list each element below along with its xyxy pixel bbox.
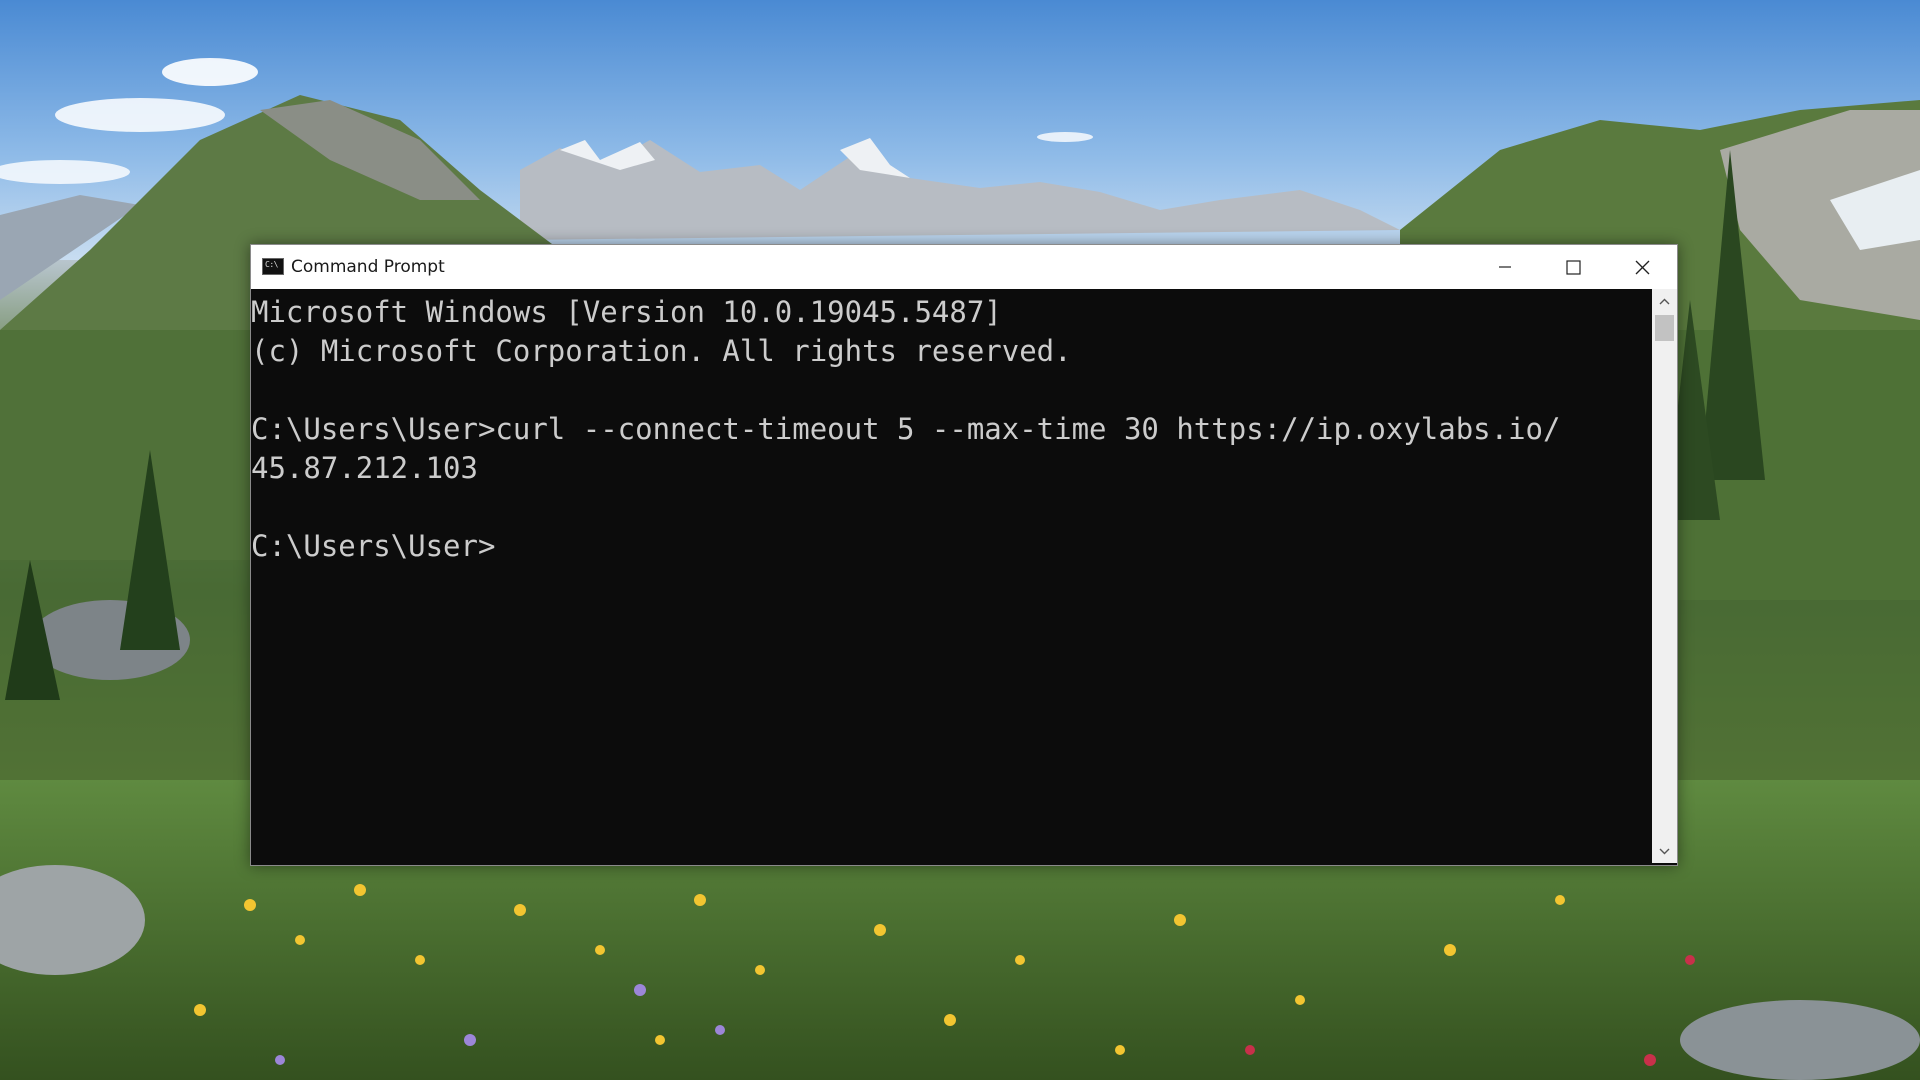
console-line: C:\Users\User>curl --connect-timeout 5 -… — [251, 412, 1561, 446]
console-output[interactable]: Microsoft Windows [Version 10.0.19045.54… — [251, 289, 1651, 863]
console-line: Microsoft Windows [Version 10.0.19045.54… — [251, 295, 1002, 329]
vertical-scrollbar[interactable] — [1652, 289, 1677, 863]
maximize-icon — [1566, 259, 1581, 275]
console-prompt-line[interactable]: C:\Users\User> — [251, 527, 1651, 566]
console-text: Microsoft Windows [Version 10.0.19045.54… — [251, 289, 1651, 566]
title-bar[interactable]: C:\ Command Prompt — [251, 245, 1677, 289]
scroll-down-button[interactable] — [1652, 839, 1677, 863]
cmd-app-icon-glyph: C:\ — [265, 260, 278, 269]
console-line: 45.87.212.103 — [251, 451, 478, 485]
chevron-down-icon — [1659, 848, 1670, 854]
window-title: Command Prompt — [291, 257, 445, 277]
console-line: (c) Microsoft Corporation. All rights re… — [251, 334, 1072, 368]
close-button[interactable] — [1608, 245, 1677, 289]
minimize-button[interactable] — [1470, 245, 1539, 289]
minimize-icon — [1498, 266, 1511, 268]
scroll-up-button[interactable] — [1652, 289, 1677, 313]
cmd-app-icon: C:\ — [262, 258, 284, 275]
close-icon — [1635, 260, 1650, 274]
maximize-button[interactable] — [1539, 245, 1608, 289]
chevron-up-icon — [1659, 298, 1670, 304]
scrollbar-thumb[interactable] — [1655, 315, 1674, 341]
command-prompt-window[interactable]: C:\ Command Prompt Microsoft Windows [Ve… — [250, 244, 1678, 866]
desktop: C:\ Command Prompt Microsoft Windows [Ve… — [0, 0, 1920, 1080]
